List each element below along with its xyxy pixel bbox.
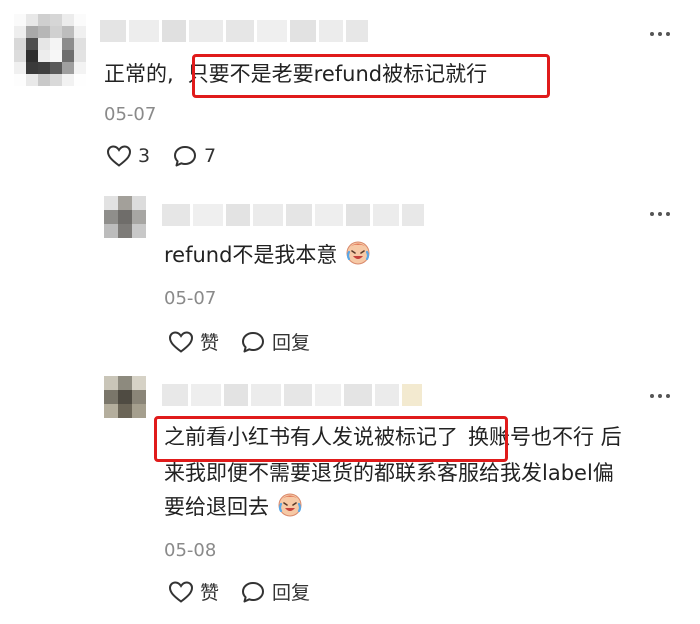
reply-text-line-3: 要给退回去: [164, 490, 304, 524]
avatar[interactable]: [104, 376, 146, 418]
reply-text-line-1: 之前看小红书有人发说被标记了 换账号也不行 后: [164, 420, 622, 454]
avatar[interactable]: [14, 14, 86, 86]
comment-text: 正常的, 只要不是老要refund被标记就行: [104, 57, 487, 91]
reply-text: refund不是我本意: [164, 238, 372, 272]
heart-icon: [106, 145, 132, 167]
like-button[interactable]: 3: [106, 144, 150, 168]
crying-laughing-emoji-icon: [346, 241, 370, 265]
reply-date: 05-07: [164, 288, 217, 309]
more-dots-icon[interactable]: [650, 212, 670, 216]
reply-button[interactable]: 回复: [240, 328, 310, 355]
reply-button[interactable]: 回复: [240, 578, 310, 605]
username-blurred[interactable]: [100, 20, 368, 42]
username-blurred[interactable]: [162, 384, 422, 406]
username-blurred[interactable]: [162, 204, 424, 226]
reply-text-rest: 换账号也不行 后: [468, 425, 622, 449]
comment-bubble-icon: [242, 331, 264, 352]
comment-bubble-icon: [174, 146, 196, 167]
reply-date: 05-08: [164, 540, 217, 561]
heart-icon: [168, 330, 194, 353]
more-dots-icon[interactable]: [650, 394, 670, 398]
reply-label: 回复: [272, 332, 311, 354]
reply-text-line-2: 来我即便不需要退货的都联系客服给我发label偏: [164, 461, 614, 485]
more-dots-icon[interactable]: [650, 32, 670, 36]
like-label: 赞: [200, 582, 220, 604]
comment-text-prefix: 正常的,: [104, 62, 174, 86]
crying-laughing-emoji-icon: [278, 493, 302, 517]
comment-text-highlight: 只要不是老要refund被标记就行: [187, 62, 488, 86]
like-label: 赞: [200, 332, 220, 354]
comment-date: 05-07: [104, 104, 157, 125]
reply-button[interactable]: 7: [172, 144, 216, 168]
like-button[interactable]: 赞: [168, 328, 219, 355]
avatar[interactable]: [104, 196, 146, 238]
comment-bubble-icon: [242, 581, 264, 602]
reply-count: 7: [204, 145, 217, 167]
reply-text-highlight: 之前看小红书有人发说被标记了: [164, 425, 458, 449]
heart-icon: [168, 580, 194, 603]
like-button[interactable]: 赞: [168, 578, 219, 605]
reply-label: 回复: [272, 582, 311, 604]
like-count: 3: [138, 145, 151, 167]
